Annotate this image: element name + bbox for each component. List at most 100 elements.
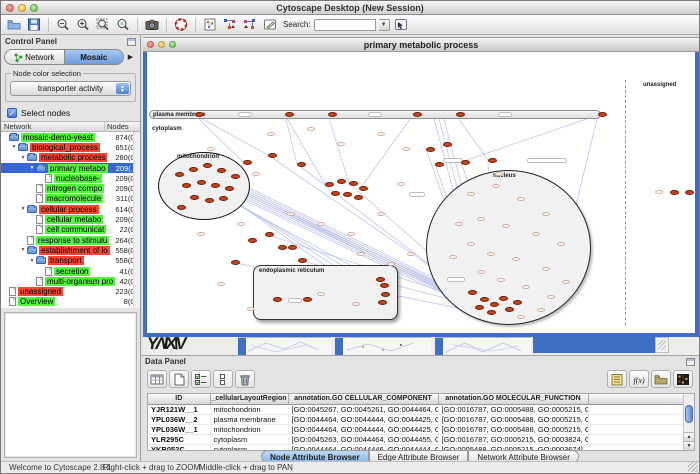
zoom-fit-icon[interactable] [94,17,112,33]
gene-node[interactable] [487,310,496,315]
gene-node-label[interactable] [492,184,500,188]
column-header[interactable]: ID [148,394,210,404]
tree-row[interactable]: ▼metabolic process280(0) [1,153,140,163]
gene-node[interactable] [380,283,389,288]
gene-node[interactable] [195,112,204,117]
gene-node-label[interactable] [352,302,360,306]
tab-mosaic[interactable]: Mosaic [65,49,125,65]
tree-row[interactable]: cellular metabo209(0) [1,214,140,224]
select-nodes-checkbox[interactable]: ✓ [7,108,17,118]
tab-overflow-icon[interactable]: ▶ [124,49,137,65]
table-row[interactable]: YPL036W__1mitochondrion[GO:0044464, GO:0… [148,424,684,434]
gene-node-label[interactable] [402,147,410,151]
tree-row[interactable]: ▼biological_process651(0) [1,142,140,152]
gene-node[interactable] [303,297,312,302]
gene-node-label[interactable] [502,224,510,228]
background-window[interactable] [335,337,431,355]
attribute-checklist-icon[interactable] [191,370,211,388]
layout-b-icon[interactable] [241,17,259,33]
gene-node-label[interactable] [443,158,463,163]
help-icon[interactable] [172,17,190,33]
tree-row[interactable]: nitrogen compo209(0) [1,183,140,193]
gene-node[interactable] [231,174,240,179]
gene-node-label[interactable] [455,222,463,226]
expander-icon[interactable]: ▼ [19,206,27,212]
save-icon[interactable] [25,17,43,33]
gene-node[interactable] [598,112,607,117]
delete-attribute-icon[interactable] [235,370,255,388]
gene-node-label[interactable] [557,242,565,246]
gene-node[interactable] [297,162,306,167]
gene-node[interactable] [488,158,497,163]
table-scrollbar[interactable]: ▲ ▼ [683,394,694,450]
gene-node[interactable] [205,198,214,203]
tree-row[interactable]: ▼establishment of lo558(0) [1,245,140,255]
open-icon[interactable] [5,17,23,33]
import-folder-icon[interactable] [651,370,671,388]
tree-row[interactable]: cell communicat22(0) [1,225,140,235]
gene-node[interactable] [182,183,191,188]
gene-node[interactable] [189,167,198,172]
annotation-icon[interactable] [261,17,279,33]
gene-node-label[interactable] [527,158,567,163]
gene-node[interactable] [381,292,390,297]
gene-node[interactable] [480,297,489,302]
gene-node[interactable] [499,296,508,301]
gene-node-label[interactable] [347,232,355,236]
birds-eye-view[interactable] [4,312,137,458]
expander-icon[interactable]: ▼ [28,165,36,171]
search-dropdown-icon[interactable]: ▼ [379,19,390,31]
function-builder-icon[interactable]: f(x) [629,370,649,388]
gene-node[interactable] [288,245,297,250]
gene-node-label[interactable] [307,127,315,131]
tab-network[interactable]: Network [4,49,65,65]
gene-node-label[interactable] [537,308,545,312]
gene-node[interactable] [343,192,352,197]
tree-row[interactable]: mosaic-demo-yeast874(0) [1,132,140,142]
gene-node[interactable] [273,297,282,302]
gene-node[interactable] [278,245,287,250]
gene-node[interactable] [177,205,186,210]
tree-row[interactable]: nucleobase-209(0) [1,173,140,183]
column-header[interactable]: _cellularLayoutRegion [210,394,288,404]
gene-node-label[interactable] [247,307,255,311]
expander-icon[interactable]: ▼ [28,258,36,264]
gene-node-label[interactable] [368,112,382,117]
column-header[interactable] [588,394,684,404]
gene-node-label[interactable] [498,112,512,117]
expander-icon[interactable]: ▼ [19,247,27,253]
gene-node-label[interactable] [337,142,345,146]
tree-row[interactable]: ▼cellular process614(0) [1,204,140,214]
gene-node-label[interactable] [542,212,550,216]
gene-node-label[interactable] [217,282,225,286]
gene-node[interactable] [685,190,694,195]
search-input[interactable] [314,19,376,31]
zoom-in-icon[interactable] [74,17,92,33]
gene-node-label[interactable] [517,315,525,319]
gene-node-label[interactable] [447,277,465,282]
gene-node[interactable] [378,300,387,305]
table-scrollbar-thumb[interactable] [685,405,693,423]
gene-node[interactable] [219,196,228,201]
gene-node[interactable] [248,238,257,243]
float-panel-icon[interactable] [686,358,695,366]
gene-node-label[interactable] [357,252,365,256]
gene-node-label[interactable] [197,232,205,236]
gene-node-label[interactable] [237,222,245,226]
layout-a-icon[interactable] [221,17,239,33]
gene-node[interactable] [513,300,522,305]
gene-node[interactable] [328,112,337,117]
gene-node-label[interactable] [407,252,415,256]
gene-node[interactable] [443,142,452,147]
gene-node[interactable] [190,195,199,200]
table-row[interactable]: YPL036W__2plasma membrane[GO:0044464, GO… [148,414,684,424]
tree-row[interactable]: unassigned223(0) [1,286,140,296]
notes-icon[interactable] [607,370,627,388]
gene-node[interactable] [265,232,274,237]
column-header[interactable]: annotation.GO CELLULAR_COMPONENT [288,394,438,404]
column-header[interactable]: annotation.GO MOLECULAR_FUNCTION [438,394,588,404]
node-color-dropdown[interactable]: transporter activity ▲▼ [10,81,131,96]
gene-node[interactable] [456,112,465,117]
zoom-selected-icon[interactable] [114,17,132,33]
gene-node[interactable] [325,182,334,187]
